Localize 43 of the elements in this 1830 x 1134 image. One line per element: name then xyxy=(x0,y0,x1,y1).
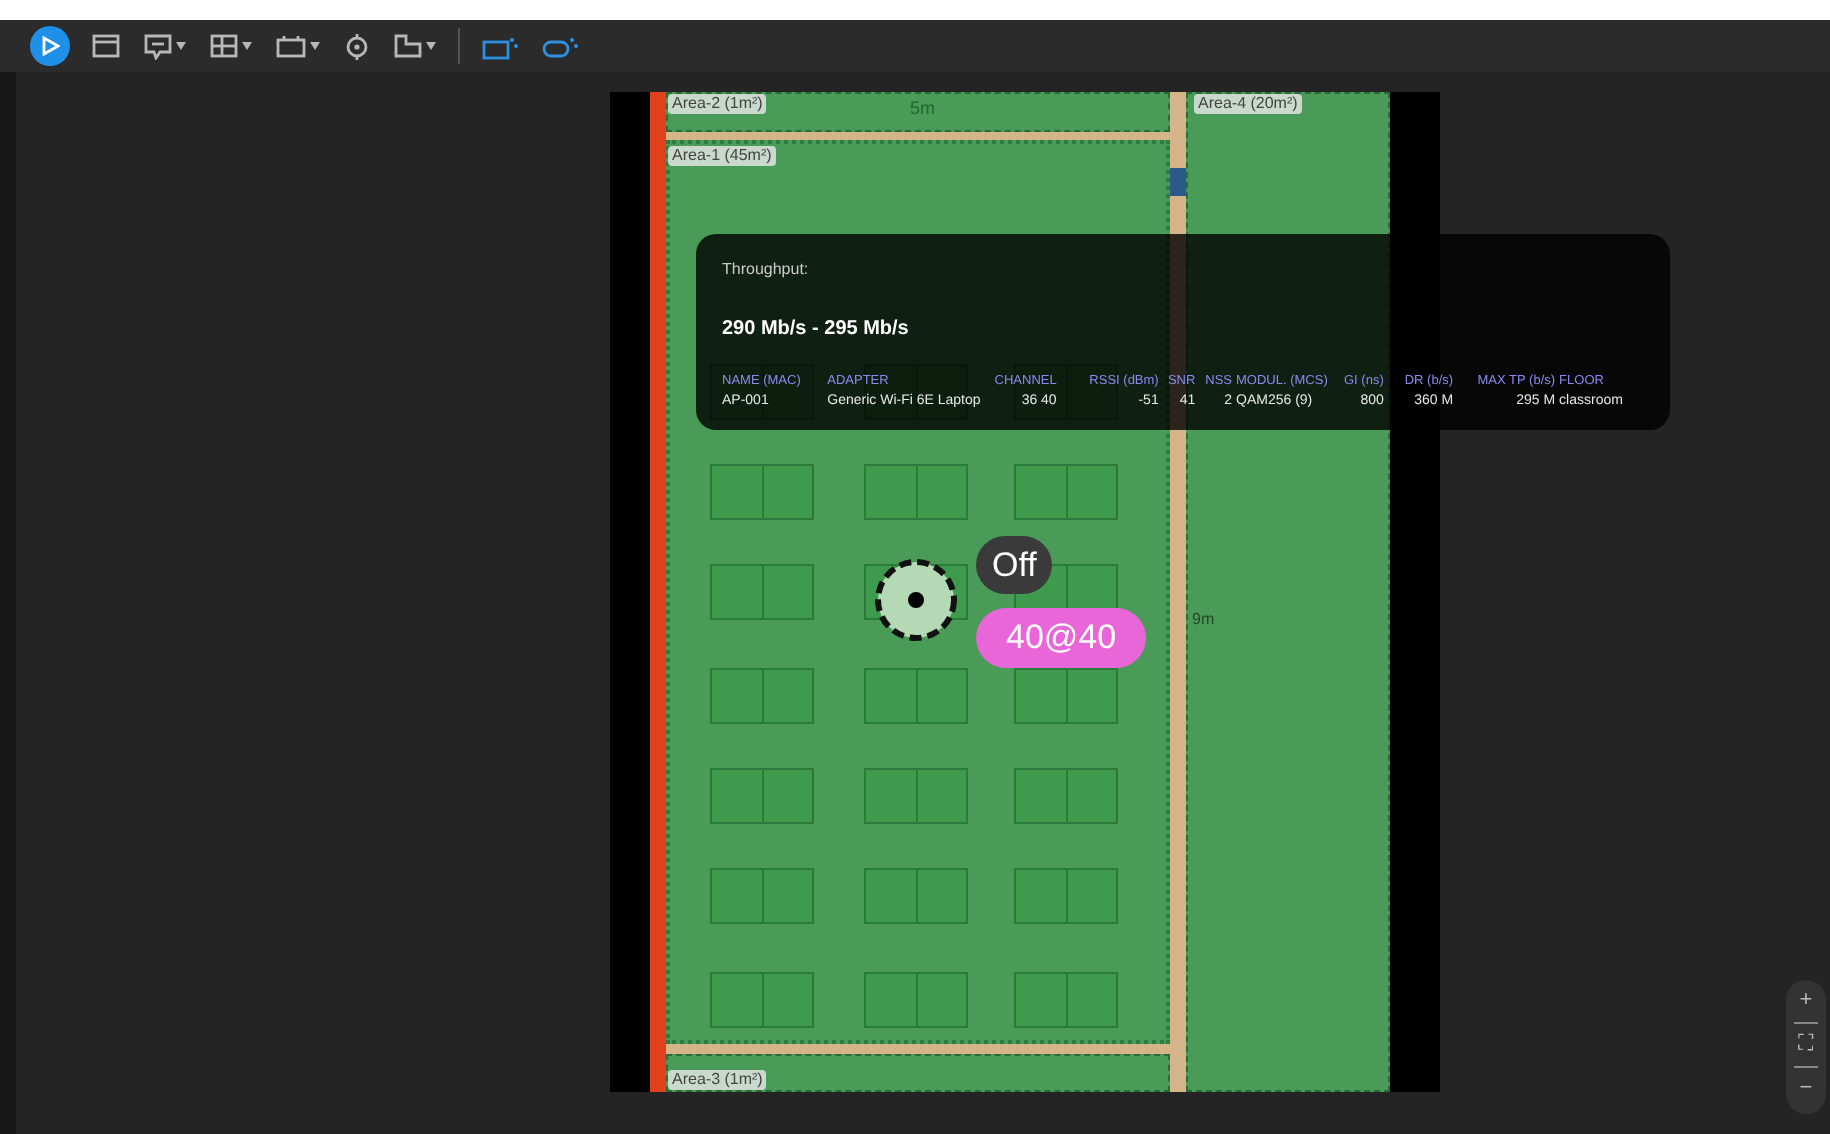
desk xyxy=(1014,768,1118,824)
caret-icon xyxy=(176,42,186,50)
desk xyxy=(1014,868,1118,924)
desk xyxy=(1014,972,1118,1028)
layout-icon xyxy=(210,34,238,58)
caret-icon xyxy=(242,42,252,50)
desk xyxy=(1014,464,1118,520)
zoom-button[interactable]: + xyxy=(1799,986,1813,1016)
desk xyxy=(710,972,814,1028)
caret-icon xyxy=(426,42,436,50)
target-icon xyxy=(344,33,370,59)
tooltip-title: Throughput: xyxy=(722,258,811,282)
area-label: Area-2 (1m²) xyxy=(668,94,767,114)
window-icon xyxy=(92,34,120,58)
desk xyxy=(1014,668,1118,724)
desk xyxy=(864,768,968,824)
desk xyxy=(710,768,814,824)
cursor-icon xyxy=(40,36,60,56)
shape-icon xyxy=(394,34,422,58)
dimension-label: 9m xyxy=(1192,608,1215,632)
channel-scan-icon xyxy=(542,33,578,59)
caret-icon xyxy=(310,42,320,50)
desk xyxy=(710,464,814,520)
desk xyxy=(710,668,814,724)
area-label: Area-4 (20m²) xyxy=(1194,94,1302,114)
desk xyxy=(710,564,814,620)
device-icon xyxy=(276,34,306,58)
area-label: Area-3 (1m²) xyxy=(668,1070,767,1090)
comment-icon xyxy=(144,33,172,59)
desk xyxy=(710,868,814,924)
channel-bubble: 40@40 xyxy=(976,608,1147,668)
desk xyxy=(864,972,968,1028)
desk xyxy=(864,464,968,520)
access-point-icon xyxy=(874,558,958,642)
door xyxy=(1170,168,1186,196)
toolbar-button[interactable] xyxy=(30,26,70,66)
area-label: Area-1 (45m²) xyxy=(668,146,776,166)
device-scan-icon xyxy=(482,33,518,59)
throughput-value: 290 Mb/s - 295 Mb/s xyxy=(722,316,911,344)
zoom-button[interactable]: ⛶ xyxy=(1798,1030,1814,1060)
zoom-button[interactable]: − xyxy=(1799,1074,1813,1104)
desk xyxy=(864,868,968,924)
desk xyxy=(864,668,968,724)
